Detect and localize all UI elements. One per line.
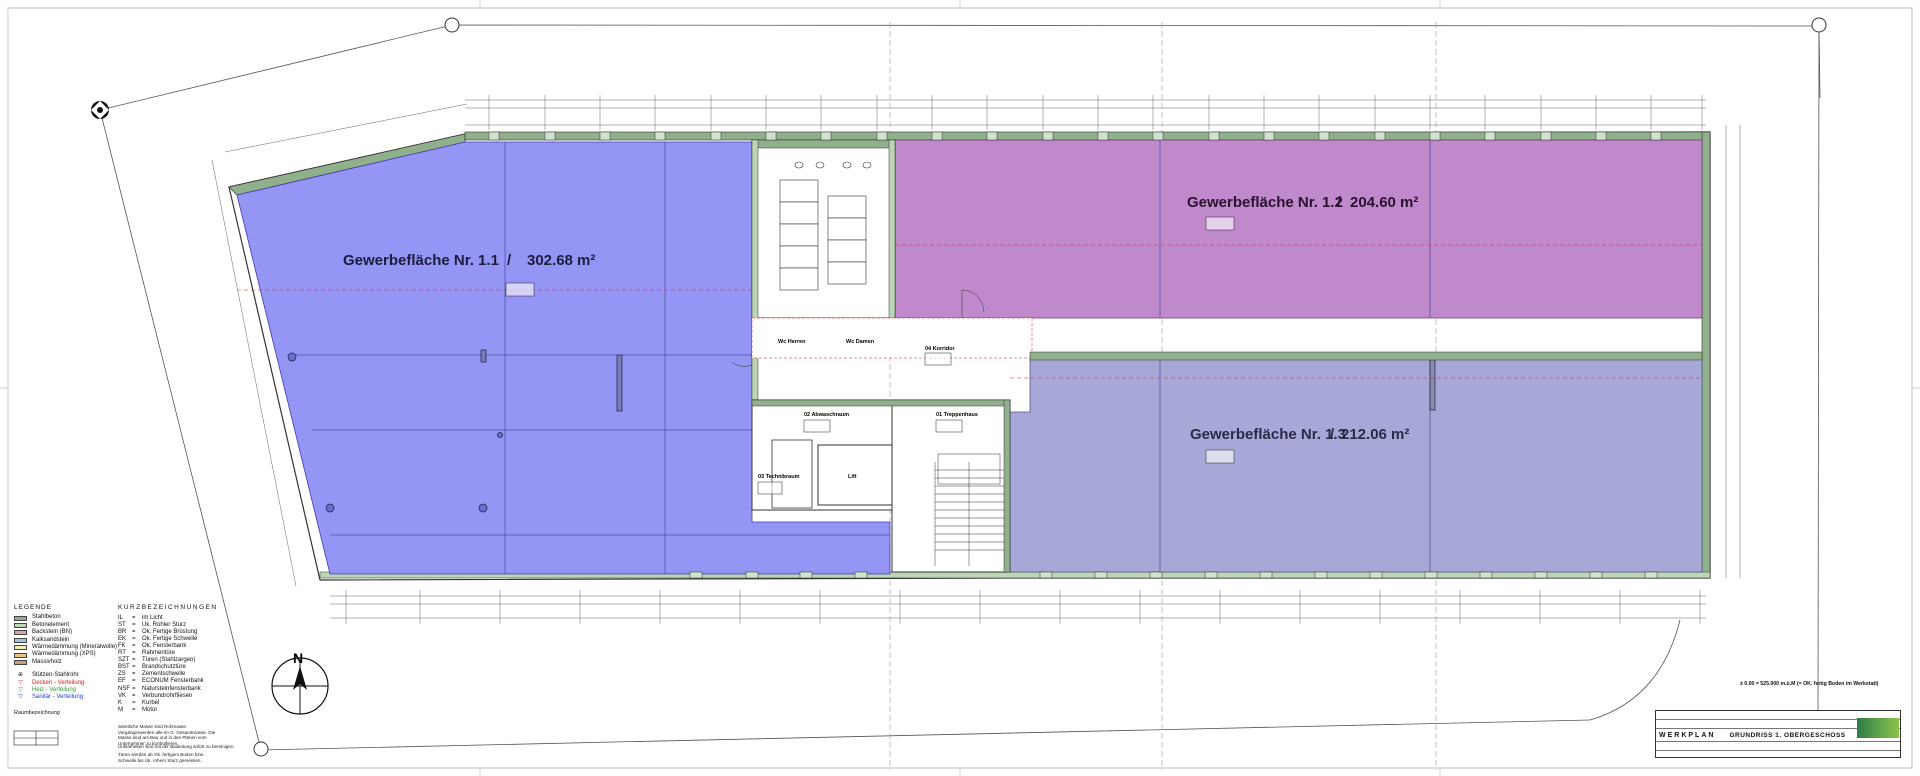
plan-type: WERKPLAN [1659,731,1716,739]
title-block-row [1656,751,1900,759]
abbreviation-row: SZT = Türen (Stahlzargen) [118,657,196,664]
legend-swatch [14,615,27,621]
unit-1-1-area-value: 302.68 m² [527,252,595,269]
abbreviation-row: ZS = Zementschwelle [118,671,186,678]
legend-swatch [14,637,27,643]
legend-item: Betonelement [14,622,117,629]
heating-distribution-icon: ▽ [18,686,23,693]
title-block-row [1656,742,1900,751]
unit-1-2-area [894,139,1703,319]
room-label-technikraum: 03 Technikraum [758,474,800,480]
unit-1-3-name: Gewerbefläche Nr. 1.3 [1190,426,1346,443]
room-label-korridor: 04 Korridor [925,346,956,352]
unit-1-2-area-value: 204.60 m² [1350,194,1418,211]
room-label-wc-herren: Wc Herren [778,339,806,345]
legend-marker: ▽ Sanitär - Verteilung [14,694,117,701]
room-legend-sketch [13,730,59,746]
legend-item: Wärmedämmung (XPS) [14,651,117,658]
abbreviations-heading: KURZBEZEICHNUNGEN [118,604,218,611]
legend-swatch [14,645,27,651]
ceiling-distribution-icon: ▽ [18,679,23,686]
abbreviation-row: FK = Ok. Fensterbank [118,643,187,650]
legend-item: Backstein (BN) [14,629,117,636]
floor-plan-drawing: Gewerbefläche Nr. 1.1 / 302.68 m² Gewerb… [0,0,1920,776]
door-note: Türen werden ab Ok. fertigem Boden bzw. … [118,752,205,763]
unit-1-2-name: Gewerbefläche Nr. 1.2 [1187,194,1343,211]
abbreviation-row: BR = Ok. Fertige Brüstung [118,629,198,636]
room-label-lift: Lift [848,474,857,480]
unit-1-1-name: Gewerbefläche Nr. 1.1 [343,252,499,269]
legend-swatch [14,659,27,665]
unit-1-3-area-value: 212.06 m² [1341,426,1409,443]
abbreviation-row: EK = Ok. Fertige Schwelle [118,636,198,643]
abbreviation-row: K = Kurbel [118,699,160,706]
survey-point-icon [91,101,109,119]
abbreviations: KURZBEZEICHNUNGEN IL = im Licht ST = Uk. Roh… [118,604,218,714]
abbreviation-row: M = Motor [118,706,158,713]
room-label-treppenhaus: 01 Treppenhaus [936,412,978,418]
abbreviation-row: EF = ECONUM Fensterbank [118,678,204,685]
legend-item: Stahlbeton [14,614,117,621]
legend-marker: ▽ Heiz - Verteilung [14,687,117,694]
room-label-abwaschraum: 02 Abwaschraum [804,412,849,418]
drawing-title: GRUNDRISS 1. OBERGESCHOSS [1729,731,1846,739]
legend-heading: LEGENDE [14,604,53,611]
column-icon: ⊕ [17,672,24,679]
abbreviation-row: NSF = Natursteinfensterbank [118,685,201,692]
legend-swatch [14,622,27,628]
legend-swatch [14,652,27,658]
legend-marker: ⊕ Stützen-Stahlrohr [14,672,117,679]
legend-item: Kalksandstein [14,637,117,644]
abbreviation-row: BST = Brandschutztüre [118,664,186,671]
north-label: N [293,650,303,666]
abbreviation-row: RT = Rahmentüre [118,650,176,657]
legend-marker: ▽ Decken - Verteilung [14,680,117,687]
unit-1-3-area [1009,357,1703,573]
legend-item: Massivholz [14,659,117,666]
level-note: ± 0.00 = 525.000 m.ü.M (= OK. fertig Bod… [1740,681,1879,687]
architect-logo [1857,718,1899,738]
legend: LEGENDE Stahlbeton Betonelement Backstei… [14,604,117,720]
room-label-wc-damen: Wc Damen [846,339,875,345]
north-arrow-icon: N [271,650,329,715]
abbreviation-row: IL = im Licht [118,615,163,622]
abbreviation-row: ST = Uk. Rohler Sturz [118,622,187,629]
abbreviation-row: VK = Verbundrohrfliesen [118,692,193,699]
sanitary-distribution-icon: ▽ [18,694,23,701]
legend-item: Wärmedämmung (Mineralwolle) [14,644,117,651]
room-legend-heading: Raumbezeichnung [14,709,60,716]
discrepancy-note: Unklarheiten sind mit der Bauleitung sof… [118,744,235,749]
legend-swatch [14,630,27,636]
